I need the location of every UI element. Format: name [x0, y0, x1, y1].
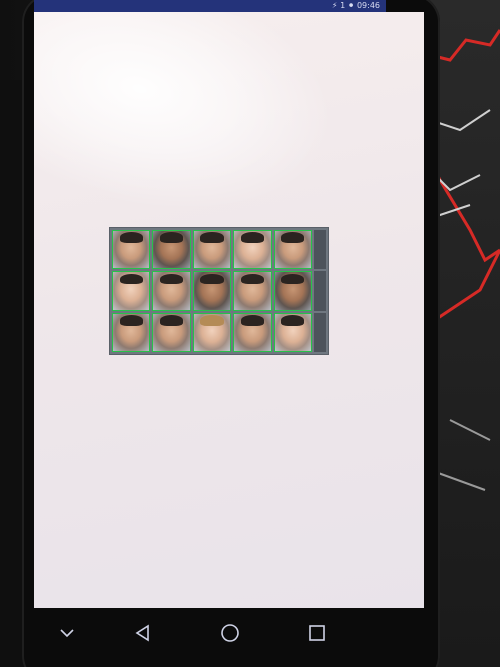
detected-face: [192, 230, 232, 270]
detected-face: [233, 230, 272, 270]
image-edge-strip: [314, 271, 326, 311]
detected-face: [192, 312, 232, 352]
detected-face: [192, 271, 232, 311]
face-detection-image: [110, 228, 328, 354]
chevron-down-icon[interactable]: [52, 618, 82, 648]
detected-face: [233, 271, 272, 311]
detected-face: [112, 271, 151, 311]
image-edge-strip: [314, 312, 326, 352]
detected-face: [152, 312, 191, 352]
detected-face: [112, 312, 151, 352]
status-bar-text: ⚡ 1 ⚫ 09:46: [331, 1, 380, 10]
detected-face: [233, 312, 272, 352]
recents-square-icon[interactable]: [302, 618, 332, 648]
navigation-bar: [34, 608, 424, 658]
image-edge-strip: [314, 230, 326, 270]
screen-glare: [34, 12, 355, 249]
app-screen: [34, 12, 424, 608]
home-circle-icon[interactable]: [215, 618, 245, 648]
status-bar: ⚡ 1 ⚫ 09:46: [34, 0, 386, 12]
detected-face: [152, 271, 191, 311]
detected-face: [152, 230, 191, 270]
back-triangle-icon[interactable]: [128, 618, 158, 648]
detected-face: [273, 312, 312, 352]
detected-face: [112, 230, 151, 270]
photo-scene: ⚡ 1 ⚫ 09:46: [0, 0, 500, 667]
detected-face: [273, 271, 312, 311]
detected-face: [273, 230, 312, 270]
